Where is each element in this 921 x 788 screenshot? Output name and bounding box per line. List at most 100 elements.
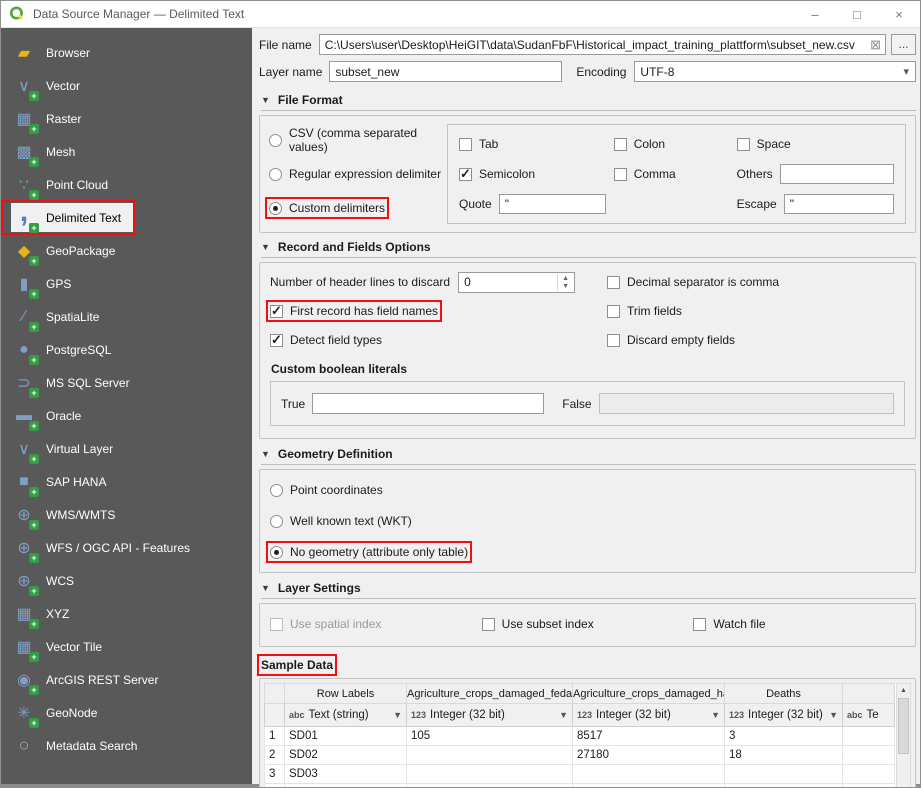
sidebar-item-gps[interactable]: ▮ GPS bbox=[1, 267, 252, 300]
sidebar-item-vector-tile[interactable]: ▦ Vector Tile bbox=[1, 630, 252, 663]
sidebar-item-raster[interactable]: ▦ Raster bbox=[1, 102, 252, 135]
no-geometry-radio[interactable] bbox=[270, 545, 283, 559]
detect-types-row[interactable]: Detect field types bbox=[270, 330, 607, 350]
point-coordinates-radio[interactable] bbox=[270, 483, 283, 497]
vertical-scroll-thumb[interactable] bbox=[898, 698, 909, 754]
first-record-checkbox[interactable] bbox=[270, 303, 283, 319]
tab-checkbox-row[interactable]: Tab bbox=[459, 134, 606, 154]
scroll-up-icon[interactable]: ▲ bbox=[900, 684, 907, 697]
discard-empty-row[interactable]: Discard empty fields bbox=[607, 330, 905, 350]
layer-settings-header[interactable]: Layer Settings bbox=[261, 581, 916, 599]
trim-fields-row[interactable]: Trim fields bbox=[607, 301, 905, 321]
sidebar-item-geopackage[interactable]: ◆ GeoPackage bbox=[1, 234, 252, 267]
field-type-select[interactable]: 123 Integer (32 bit) ▼ bbox=[406, 703, 573, 727]
space-checkbox[interactable] bbox=[736, 137, 750, 151]
sidebar-item-sap-hana[interactable]: ■ SAP HANA bbox=[1, 465, 252, 498]
sidebar-item-geonode[interactable]: ✳ GeoNode bbox=[1, 696, 252, 729]
wkt-label: Well known text (WKT) bbox=[290, 514, 412, 528]
sidebar-item-vector[interactable]: ∨ Vector bbox=[1, 69, 252, 102]
sidebar-item-xyz[interactable]: ▦ XYZ bbox=[1, 597, 252, 630]
quote-input[interactable]: " bbox=[498, 194, 606, 214]
minimize-button[interactable]: – bbox=[794, 1, 836, 27]
wfs-globe-icon: ⊕ bbox=[11, 536, 39, 563]
first-record-row[interactable]: First record has field names bbox=[265, 300, 607, 322]
sidebar-item-arcgis-rest-server[interactable]: ◉ ArcGIS REST Server bbox=[1, 663, 252, 696]
sidebar-item-browser[interactable]: ▰ Browser bbox=[1, 36, 252, 69]
trim-fields-checkbox[interactable] bbox=[607, 304, 620, 318]
semicolon-checkbox-row[interactable]: Semicolon bbox=[459, 164, 606, 184]
column-header[interactable]: Agriculture_crops_damaged_ha bbox=[572, 683, 725, 704]
spinner-down-icon[interactable]: ▼ bbox=[557, 281, 573, 291]
geometry-header[interactable]: Geometry Definition bbox=[261, 447, 916, 465]
spatial-index-checkbox bbox=[270, 617, 283, 631]
record-options-header[interactable]: Record and Fields Options bbox=[261, 240, 916, 258]
field-type-select[interactable]: 123 Integer (32 bit) ▼ bbox=[724, 703, 843, 727]
column-header[interactable]: Agriculture_crops_damaged_fedan bbox=[406, 683, 573, 704]
point-cloud-icon: ∵ bbox=[11, 173, 39, 200]
sidebar-item-virtual-layer[interactable]: ∨ Virtual Layer bbox=[1, 432, 252, 465]
encoding-select[interactable]: UTF-8 bbox=[634, 61, 916, 82]
custom-delimiters-radio-row[interactable]: Custom delimiters bbox=[264, 197, 447, 219]
point-coordinates-row[interactable]: Point coordinates bbox=[270, 480, 905, 500]
layer-name-input[interactable]: subset_new bbox=[329, 61, 563, 82]
sidebar-item-wcs[interactable]: ⊕ WCS bbox=[1, 564, 252, 597]
detect-types-checkbox[interactable] bbox=[270, 332, 283, 348]
delimited-text-panel: File name C:\Users\user\Desktop\HeiGIT\d… bbox=[252, 28, 920, 787]
space-checkbox-row[interactable]: Space bbox=[736, 134, 894, 154]
sidebar-item-postgresql[interactable]: ● PostgreSQL bbox=[1, 333, 252, 366]
column-header[interactable]: Deaths bbox=[724, 683, 843, 704]
maximize-button[interactable]: □ bbox=[836, 1, 878, 27]
sidebar-item-spatialite[interactable]: ∕ SpatiaLite bbox=[1, 300, 252, 333]
clear-file-icon[interactable]: ⊠ bbox=[870, 37, 881, 53]
decimal-comma-row[interactable]: Decimal separator is comma bbox=[607, 272, 905, 292]
field-type-select[interactable]: 123 Integer (32 bit) ▼ bbox=[572, 703, 725, 727]
header-lines-spinner[interactable]: 0 ▲ ▼ bbox=[458, 271, 576, 293]
comma-checkbox-row[interactable]: Comma bbox=[613, 164, 729, 184]
file-format-header[interactable]: File Format bbox=[261, 93, 916, 111]
field-type-select[interactable]: abc Text (string) ▼ bbox=[284, 703, 407, 727]
sidebar-item-delimited-text[interactable]: , Delimited Text bbox=[1, 196, 252, 235]
cell: 27180 bbox=[572, 745, 725, 765]
close-window-button[interactable]: × bbox=[878, 1, 920, 27]
sidebar-item-label: GeoNode bbox=[46, 705, 98, 720]
field-type-select[interactable]: abc Te bbox=[842, 703, 895, 727]
watch-file-checkbox[interactable] bbox=[693, 617, 707, 631]
semicolon-checkbox[interactable] bbox=[459, 166, 472, 182]
colon-checkbox[interactable] bbox=[613, 137, 627, 151]
sidebar-item-wfs-ogc-api-features[interactable]: ⊕ WFS / OGC API - Features bbox=[1, 531, 252, 564]
no-geometry-row[interactable]: No geometry (attribute only table) bbox=[265, 541, 905, 563]
others-input[interactable] bbox=[779, 164, 894, 184]
regex-radio[interactable] bbox=[269, 167, 282, 181]
file-name-input[interactable]: C:\Users\user\Desktop\HeiGIT\data\SudanF… bbox=[318, 34, 886, 55]
tab-checkbox[interactable] bbox=[459, 137, 472, 151]
regex-radio-row[interactable]: Regular expression delimiter bbox=[269, 164, 447, 184]
discard-empty-checkbox[interactable] bbox=[607, 333, 620, 347]
wkt-radio[interactable] bbox=[270, 514, 283, 528]
watch-file-row[interactable]: Watch file bbox=[693, 614, 905, 634]
sidebar-item-label: Point Cloud bbox=[46, 177, 109, 192]
folder-icon: ▰ bbox=[17, 44, 31, 62]
sidebar-item-metadata-search[interactable]: ○ Metadata Search bbox=[1, 729, 252, 762]
sidebar-item-wms-wmts[interactable]: ⊕ WMS/WMTS bbox=[1, 498, 252, 531]
escape-input[interactable]: " bbox=[783, 194, 894, 214]
cell bbox=[572, 764, 725, 784]
colon-checkbox-row[interactable]: Colon bbox=[613, 134, 729, 154]
cell: SD02 bbox=[284, 745, 407, 765]
browse-button[interactable]: ... bbox=[891, 34, 916, 55]
wkt-row[interactable]: Well known text (WKT) bbox=[270, 511, 905, 531]
subset-index-row[interactable]: Use subset index bbox=[481, 614, 694, 634]
trim-fields-label: Trim fields bbox=[627, 304, 682, 318]
comma-checkbox[interactable] bbox=[613, 167, 627, 181]
sidebar-item-mesh[interactable]: ▩ Mesh bbox=[1, 135, 252, 168]
decimal-comma-checkbox[interactable] bbox=[607, 275, 620, 289]
csv-radio[interactable] bbox=[269, 133, 282, 147]
sidebar-item-point-cloud[interactable]: ∵ Point Cloud bbox=[1, 168, 252, 201]
vertical-scrollbar[interactable]: ▲ ▼ bbox=[896, 683, 911, 787]
subset-index-checkbox[interactable] bbox=[481, 617, 495, 631]
true-input[interactable] bbox=[312, 393, 545, 414]
sidebar-item-ms-sql-server[interactable]: ⊃ MS SQL Server bbox=[1, 366, 252, 399]
csv-radio-row[interactable]: CSV (comma separated values) bbox=[269, 126, 447, 154]
column-header[interactable]: Row Labels bbox=[284, 683, 407, 704]
sidebar-item-oracle[interactable]: ▬ Oracle bbox=[1, 399, 252, 432]
custom-delimiters-radio[interactable] bbox=[269, 201, 282, 215]
